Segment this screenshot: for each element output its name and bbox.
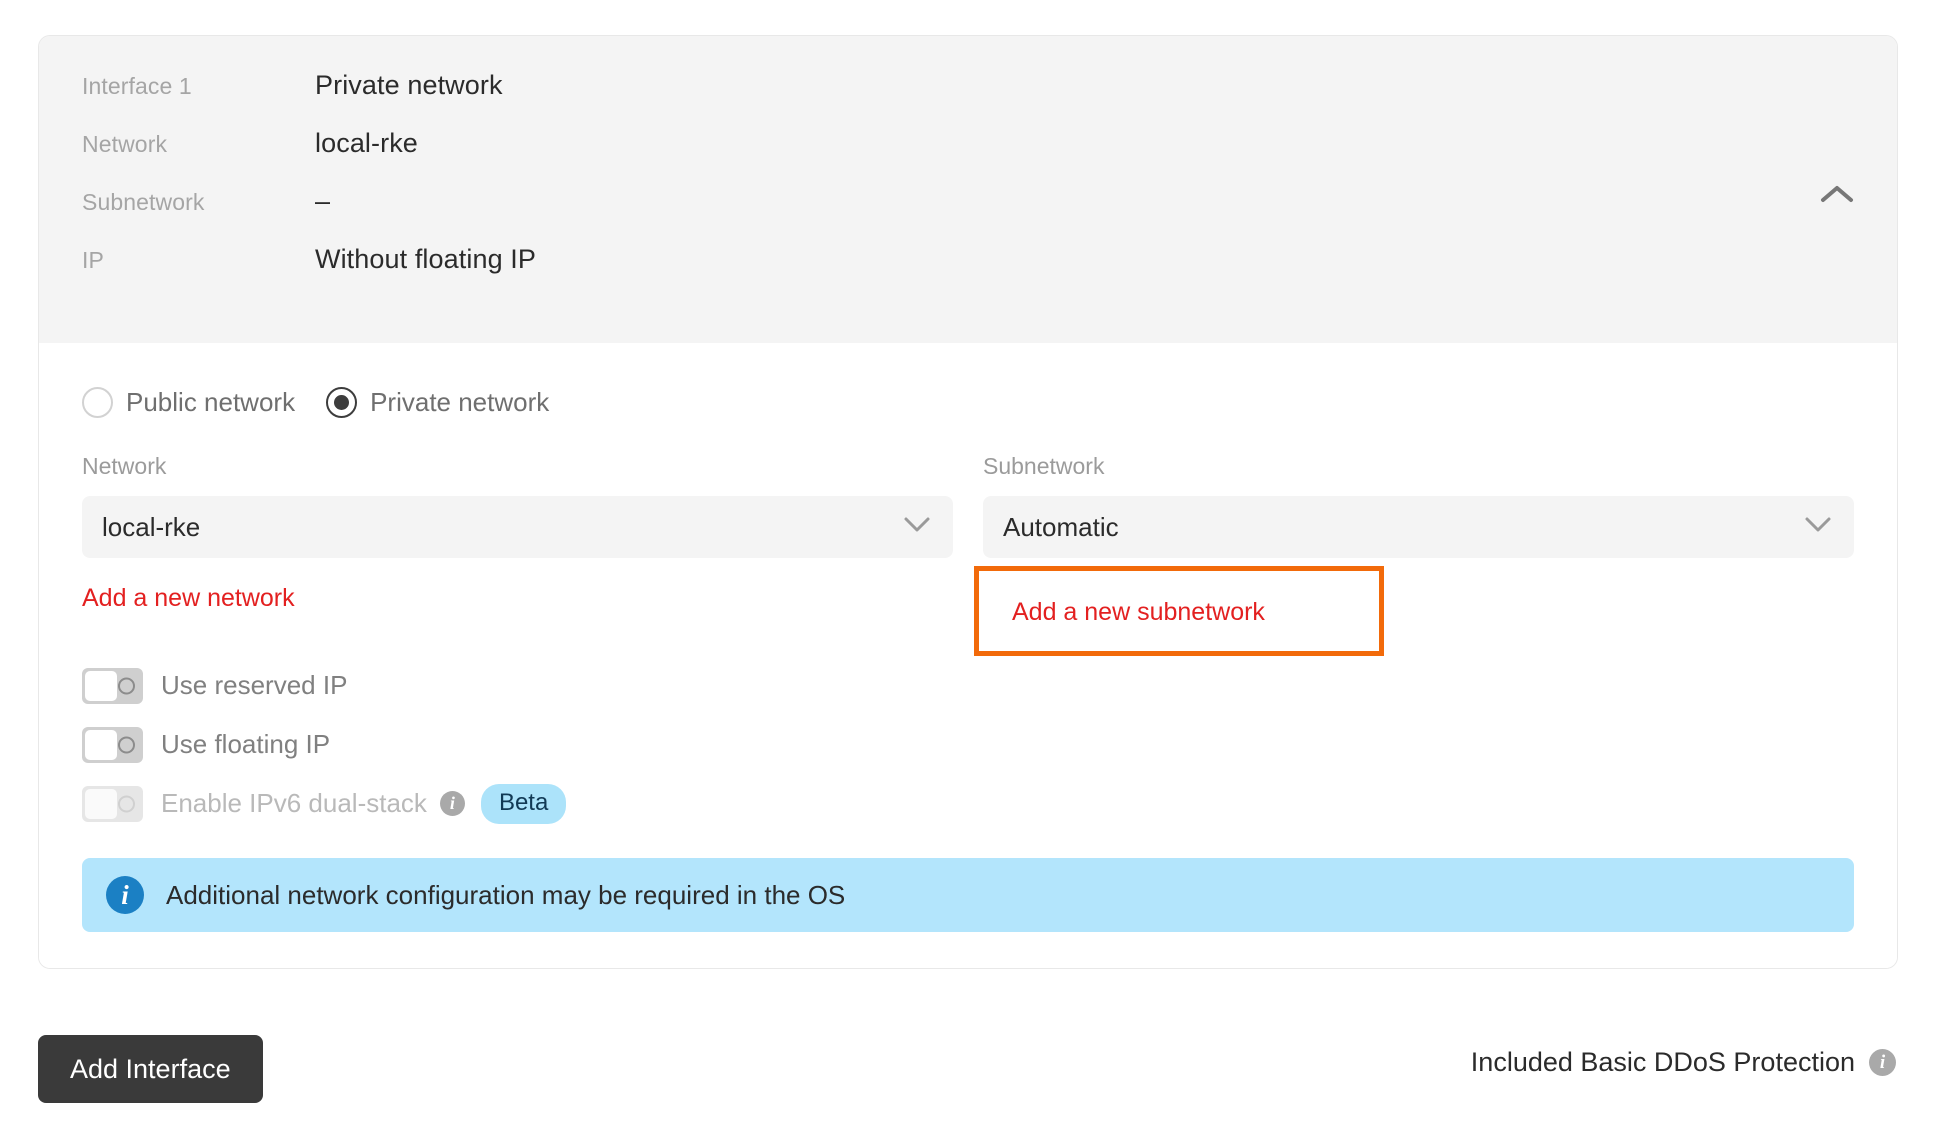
enable-ipv6-dual-stack-label: Enable IPv6 dual-stack xyxy=(161,788,427,818)
summary-value-interface: Private network xyxy=(315,70,503,100)
summary-row-ip: IP Without floating IP xyxy=(82,244,1897,302)
radio-unchecked-icon xyxy=(82,386,113,418)
network-field: Network local-rke xyxy=(82,453,953,558)
network-fields: Network local-rke Subnetwork Automatic xyxy=(82,453,1854,558)
network-field-label: Network xyxy=(82,453,167,479)
subnetwork-field-label: Subnetwork xyxy=(983,453,1105,479)
add-interface-button[interactable]: Add Interface xyxy=(38,1035,263,1103)
toggle-ring-icon xyxy=(118,677,135,694)
summary-rows: Interface 1 Private network Network loca… xyxy=(39,70,1897,302)
toggle-knob xyxy=(85,670,117,701)
summary-row-interface: Interface 1 Private network xyxy=(82,70,1897,128)
use-floating-ip-label: Use floating IP xyxy=(161,729,331,759)
radio-private-network[interactable]: Private network xyxy=(326,386,550,418)
summary-label-ip: IP xyxy=(82,247,104,273)
chevron-down-icon xyxy=(903,516,931,538)
os-config-info-text: Additional network configuration may be … xyxy=(166,879,846,910)
summary-label-network: Network xyxy=(82,131,168,157)
radio-private-network-label: Private network xyxy=(370,386,550,417)
subnetwork-select[interactable]: Automatic xyxy=(983,496,1854,558)
enable-ipv6-dual-stack-toggle[interactable] xyxy=(82,785,143,822)
summary-row-subnetwork: Subnetwork – xyxy=(82,186,1897,244)
radio-checked-icon xyxy=(326,386,358,418)
subnetwork-field: Subnetwork Automatic xyxy=(983,453,1854,558)
network-select-value: local-rke xyxy=(102,511,201,542)
radio-dot xyxy=(334,394,350,410)
subnetwork-select-value: Automatic xyxy=(1003,511,1119,542)
chevron-up-icon[interactable] xyxy=(1815,172,1859,216)
toggle-knob xyxy=(85,788,117,819)
ip-options-toggles: Use reserved IP Use floating IP Enable I… xyxy=(82,656,1854,833)
summary-label-subnetwork: Subnetwork xyxy=(82,189,205,215)
footer: Add Interface Included Basic DDoS Protec… xyxy=(0,1025,1934,1115)
add-new-subnetwork-link[interactable]: Add a new subnetwork xyxy=(1012,598,1265,627)
interface-body: Public network Private network Network l… xyxy=(39,343,1897,968)
use-reserved-ip-label: Use reserved IP xyxy=(161,670,348,700)
beta-badge: Beta xyxy=(480,783,567,824)
use-floating-ip-toggle[interactable] xyxy=(82,726,143,763)
network-select[interactable]: local-rke xyxy=(82,496,953,558)
summary-value-subnetwork: – xyxy=(315,186,331,216)
add-links-row: Add a new network Add a new subnetwork xyxy=(82,558,1854,656)
toggle-ring-icon xyxy=(118,736,135,753)
toggle-row-use-floating-ip: Use floating IP xyxy=(82,715,1854,774)
radio-public-network[interactable]: Public network xyxy=(82,386,296,418)
interface-card: Interface 1 Private network Network loca… xyxy=(38,35,1898,969)
toggle-row-enable-ipv6-dual-stack: Enable IPv6 dual-stack i Beta xyxy=(82,774,1854,833)
ddos-protection-note: Included Basic DDoS Protection i xyxy=(1471,1047,1896,1078)
os-config-info-banner: i Additional network configuration may b… xyxy=(82,858,1854,932)
use-reserved-ip-toggle[interactable] xyxy=(82,667,143,704)
info-icon: i xyxy=(106,876,144,914)
summary-value-network: local-rke xyxy=(315,128,418,158)
network-type-radio-group: Public network Private network xyxy=(82,373,1854,431)
radio-public-network-label: Public network xyxy=(126,386,296,417)
toggle-row-use-reserved-ip: Use reserved IP xyxy=(82,656,1854,715)
ddos-protection-text: Included Basic DDoS Protection xyxy=(1470,1047,1855,1077)
add-new-network-link[interactable]: Add a new network xyxy=(82,584,295,613)
summary-row-network: Network local-rke xyxy=(82,128,1897,186)
chevron-down-icon xyxy=(1804,516,1832,538)
info-icon[interactable]: i xyxy=(1869,1049,1896,1076)
summary-value-ip: Without floating IP xyxy=(315,244,537,274)
info-icon[interactable]: i xyxy=(439,791,465,816)
toggle-knob xyxy=(85,729,117,760)
toggle-ring-icon xyxy=(118,795,135,812)
interface-summary: Interface 1 Private network Network loca… xyxy=(39,36,1897,343)
summary-label-interface: Interface 1 xyxy=(82,73,192,99)
interface-configuration-page: Interface 1 Private network Network loca… xyxy=(0,0,1934,1146)
